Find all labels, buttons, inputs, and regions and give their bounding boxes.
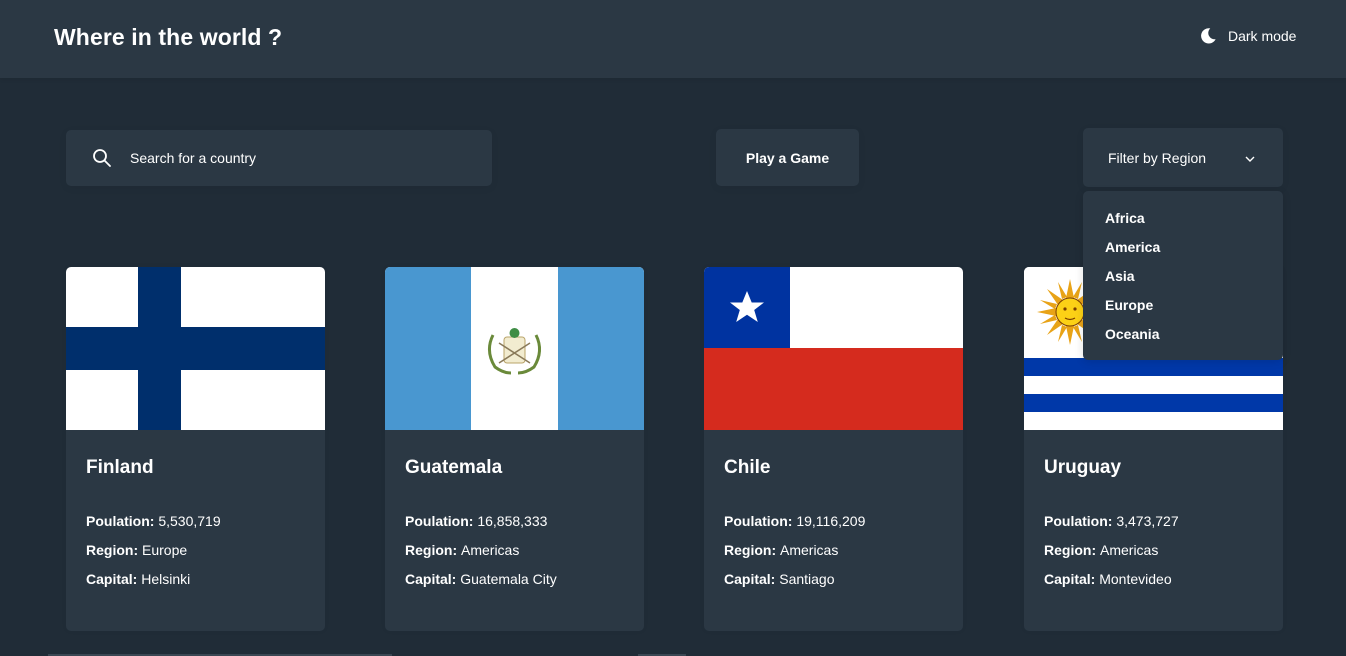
chile-flag xyxy=(704,267,963,430)
capital-label: Capital: xyxy=(86,571,138,587)
population-value: 3,473,727 xyxy=(1116,513,1179,529)
country-name: Guatemala xyxy=(405,457,503,478)
guatemala-flag xyxy=(385,267,644,430)
population-value: 16,858,333 xyxy=(477,513,548,529)
region-row: Region: Americas xyxy=(724,540,943,569)
dark-mode-label: Dark mode xyxy=(1228,28,1297,44)
finland-flag xyxy=(66,267,325,430)
population-label: Poulation: xyxy=(1044,513,1113,529)
country-name: Chile xyxy=(724,457,771,478)
search-box[interactable] xyxy=(66,130,492,186)
region-label: Region: xyxy=(405,542,458,558)
capital-value: Montevideo xyxy=(1099,571,1172,587)
region-label: Region: xyxy=(724,542,777,558)
country-name: Finland xyxy=(86,457,154,478)
country-name: Uruguay xyxy=(1044,457,1122,478)
capital-row: Capital: Helsinki xyxy=(86,569,305,598)
region-option-asia[interactable]: Asia xyxy=(1105,266,1283,295)
population-row: Poulation: 19,116,209 xyxy=(724,511,943,540)
region-row: Region: Europe xyxy=(86,540,305,569)
region-row: Region: Americas xyxy=(1044,540,1263,569)
region-filter-label: Filter by Region xyxy=(1108,149,1207,166)
region-option-europe[interactable]: Europe xyxy=(1105,295,1283,324)
population-row: Poulation: 5,530,719 xyxy=(86,511,305,540)
country-card[interactable]: Finland Poulation: 5,530,719 Region: Eur… xyxy=(66,267,325,631)
capital-row: Capital: Guatemala City xyxy=(405,569,624,598)
region-value: Europe xyxy=(142,542,188,558)
play-game-button[interactable]: Play a Game xyxy=(716,129,859,186)
capital-label: Capital: xyxy=(405,571,457,587)
population-value: 19,116,209 xyxy=(796,513,866,529)
app-title: Where in the world ? xyxy=(54,24,283,50)
region-label: Region: xyxy=(86,542,139,558)
capital-value: Helsinki xyxy=(141,571,191,587)
chevron-down-icon xyxy=(1244,152,1256,164)
population-label: Poulation: xyxy=(724,513,793,529)
search-icon xyxy=(92,148,112,168)
region-option-america[interactable]: America xyxy=(1105,237,1283,266)
region-label: Region: xyxy=(1044,542,1097,558)
capital-label: Capital: xyxy=(1044,571,1096,587)
population-label: Poulation: xyxy=(86,513,155,529)
region-row: Region: Americas xyxy=(405,540,624,569)
region-value: Americas xyxy=(780,542,839,558)
population-row: Poulation: 16,858,333 xyxy=(405,511,624,540)
population-value: 5,530,719 xyxy=(158,513,221,529)
capital-value: Guatemala City xyxy=(460,571,557,587)
header: Where in the world ? Dark mode xyxy=(0,0,1346,78)
population-label: Poulation: xyxy=(405,513,474,529)
region-value: Americas xyxy=(461,542,520,558)
capital-label: Capital: xyxy=(724,571,776,587)
region-option-africa[interactable]: Africa xyxy=(1105,208,1283,237)
region-dropdown: Africa America Asia Europe Oceania xyxy=(1083,191,1283,360)
capital-value: Santiago xyxy=(779,571,835,587)
moon-icon xyxy=(1199,27,1217,45)
population-row: Poulation: 3,473,727 xyxy=(1044,511,1263,540)
country-card[interactable]: Guatemala Poulation: 16,858,333 Region: … xyxy=(385,267,644,631)
region-filter[interactable]: Filter by Region xyxy=(1083,128,1283,187)
search-input[interactable] xyxy=(130,150,450,166)
capital-row: Capital: Santiago xyxy=(724,569,943,598)
country-card[interactable]: Chile Poulation: 19,116,209 Region: Amer… xyxy=(704,267,963,631)
region-value: Americas xyxy=(1100,542,1159,558)
dark-mode-toggle[interactable]: Dark mode xyxy=(1199,25,1296,47)
capital-row: Capital: Montevideo xyxy=(1044,569,1263,598)
region-option-oceania[interactable]: Oceania xyxy=(1105,324,1283,353)
